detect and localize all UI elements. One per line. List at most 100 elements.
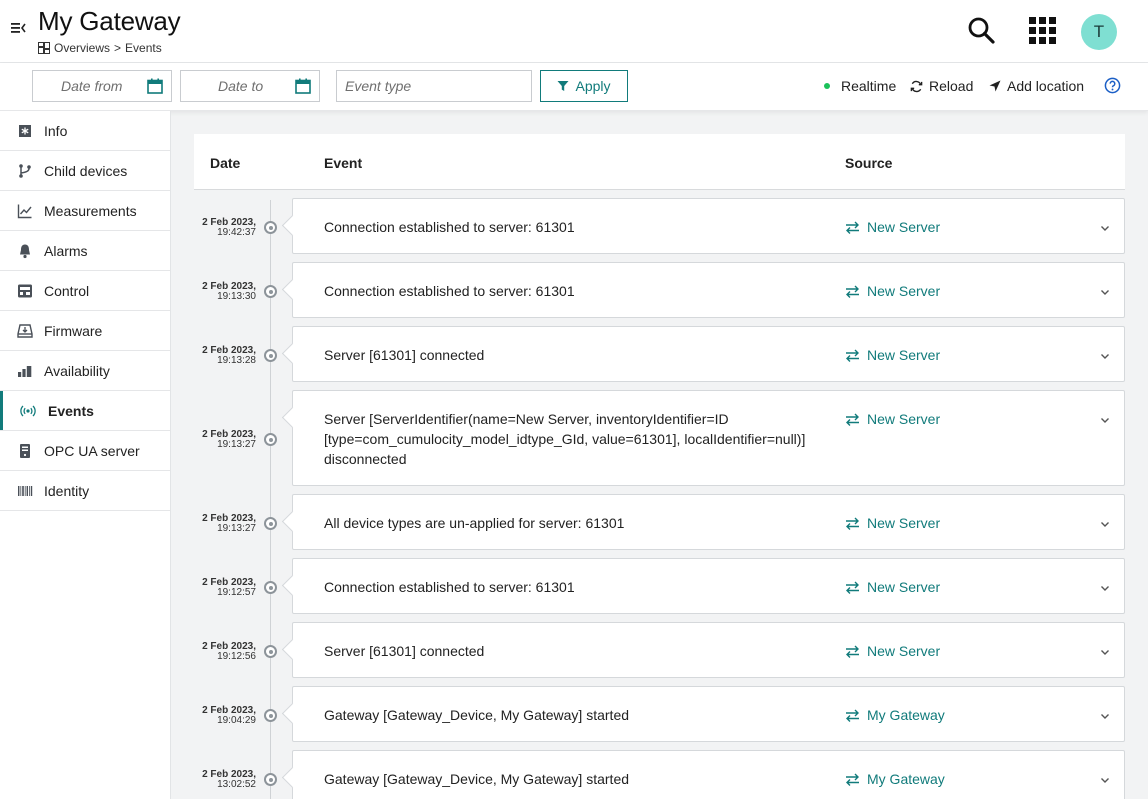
event-type-field[interactable]: [336, 70, 532, 102]
event-source-label: New Server: [867, 411, 941, 427]
event-source-link[interactable]: New Server: [845, 577, 940, 597]
breadcrumb-events: Events: [125, 41, 162, 55]
event-card[interactable]: Gateway [Gateway_Device, My Gateway] sta…: [292, 686, 1125, 742]
sidebar-item-availability[interactable]: Availability: [0, 351, 170, 391]
event-row: 2 Feb 2023, 19:12:57 Connection establishe…: [194, 558, 1125, 614]
chevron-down-icon[interactable]: [1099, 582, 1111, 594]
broadcast-icon: [20, 405, 36, 417]
event-time: 19:04:29: [217, 715, 256, 726]
event-timestamp: 2 Feb 2023, 19:12:56: [202, 642, 256, 662]
timeline-dot-icon: [264, 517, 277, 530]
event-time: 19:12:56: [217, 651, 256, 662]
event-card[interactable]: Gateway [Gateway_Device, My Gateway] sta…: [292, 750, 1125, 799]
sidebar-item-events[interactable]: Events: [0, 391, 170, 431]
event-row: 2 Feb 2023, 19:13:30 Connection establishe…: [194, 262, 1125, 318]
event-source-link[interactable]: My Gateway: [845, 705, 945, 725]
event-source-link[interactable]: My Gateway: [845, 769, 945, 789]
add-location-label: Add location: [1007, 78, 1085, 94]
info-icon: [19, 125, 31, 137]
sidebar-item-firmware[interactable]: Firmware: [0, 311, 170, 351]
refresh-icon: [910, 80, 923, 92]
event-type-input[interactable]: [345, 71, 531, 101]
chevron-down-icon[interactable]: [1099, 518, 1111, 530]
chevron-down-icon[interactable]: [1099, 286, 1111, 298]
timeline-dot-icon: [264, 221, 277, 234]
event-card[interactable]: Server [ServerIdentifier(name=New Server…: [292, 390, 1125, 486]
breadcrumb-overviews[interactable]: Overviews: [54, 41, 110, 55]
event-source-link[interactable]: New Server: [845, 281, 940, 301]
sidebar-item-control[interactable]: Control: [0, 271, 170, 311]
location-arrow-icon: [989, 80, 1001, 92]
add-location-button[interactable]: Add location: [989, 78, 1084, 94]
sidebar-toggle-icon[interactable]: [10, 20, 26, 36]
realtime-status-dot: [824, 83, 830, 89]
reload-button[interactable]: Reload: [910, 78, 973, 94]
firmware-icon: [17, 324, 33, 338]
event-source-link[interactable]: New Server: [845, 217, 940, 237]
event-timestamp: 2 Feb 2023, 13:02:52: [202, 770, 256, 790]
help-icon[interactable]: [1104, 77, 1121, 94]
event-time: 19:12:57: [217, 587, 256, 598]
chevron-down-icon[interactable]: [1099, 710, 1111, 722]
event-row: 2 Feb 2023, 19:13:27 Server [ServerIdentif…: [194, 390, 1125, 486]
column-header-date: Date: [210, 155, 241, 171]
event-text: Gateway [Gateway_Device, My Gateway] sta…: [324, 707, 630, 723]
event-text: Connection established to server: 61301: [324, 219, 575, 235]
sidebar-item-alarms[interactable]: Alarms: [0, 231, 170, 271]
event-source-link[interactable]: New Server: [845, 345, 940, 365]
realtime-toggle[interactable]: Realtime: [824, 78, 896, 94]
sidebar-item-opc-ua-server[interactable]: OPC UA server: [0, 431, 170, 471]
sidebar-item-child-devices[interactable]: Child devices: [0, 151, 170, 191]
app-switcher-grid-icon[interactable]: [1028, 16, 1058, 46]
event-source-link[interactable]: New Server: [845, 409, 940, 429]
exchange-arrows-icon: [846, 285, 859, 298]
event-row: 2 Feb 2023, 19:12:56 Server [61301] connec…: [194, 622, 1125, 678]
exchange-arrows-icon: [846, 517, 859, 530]
breadcrumb-separator: >: [114, 41, 122, 55]
exchange-arrows-icon: [846, 709, 859, 722]
event-row: 2 Feb 2023, 19:42:37 Connection establishe…: [194, 198, 1125, 254]
calendar-icon[interactable]: [147, 78, 163, 94]
chevron-down-icon[interactable]: [1099, 350, 1111, 362]
timeline-dot-icon: [264, 285, 277, 298]
event-row: 2 Feb 2023, 19:13:27 All device types are …: [194, 494, 1125, 550]
event-time: 19:13:27: [217, 439, 256, 450]
chevron-down-icon[interactable]: [1099, 222, 1111, 234]
chevron-down-icon[interactable]: [1099, 414, 1111, 426]
apply-button[interactable]: Apply: [540, 70, 628, 102]
server-icon: [20, 444, 30, 458]
events-list: Date Event Source 2 Feb 2023, 19:42:37 Con…: [194, 134, 1125, 799]
event-timestamp: 2 Feb 2023, 19:13:27: [202, 514, 256, 534]
event-source-link[interactable]: New Server: [845, 513, 940, 533]
calendar-icon[interactable]: [295, 78, 311, 94]
event-card[interactable]: Connection established to server: 61301 N…: [292, 262, 1125, 318]
sidebar-item-measurements[interactable]: Measurements: [0, 191, 170, 231]
chevron-down-icon[interactable]: [1099, 774, 1111, 786]
date-to-field[interactable]: [180, 70, 320, 102]
events-table-header: Date Event Source: [194, 134, 1125, 190]
timeline-dot-icon: [264, 581, 277, 594]
sidebar-item-identity[interactable]: Identity: [0, 471, 170, 511]
chevron-down-icon[interactable]: [1099, 646, 1111, 658]
event-text: Gateway [Gateway_Device, My Gateway] sta…: [324, 771, 630, 787]
breadcrumb: Overviews > Events: [38, 41, 162, 55]
barcode-icon: [18, 486, 33, 496]
timeline-dot-icon: [264, 645, 277, 658]
exchange-arrows-icon: [846, 645, 859, 658]
user-avatar[interactable]: T: [1081, 14, 1117, 50]
event-card[interactable]: Connection established to server: 61301 N…: [292, 558, 1125, 614]
event-source-label: My Gateway: [867, 707, 945, 723]
date-from-field[interactable]: [32, 70, 172, 102]
event-time: 13:02:52: [217, 779, 256, 790]
sidebar-item-info[interactable]: Info: [0, 111, 170, 151]
event-card[interactable]: Server [61301] connected New Server: [292, 622, 1125, 678]
event-card[interactable]: Connection established to server: 61301 N…: [292, 198, 1125, 254]
event-card[interactable]: All device types are un-applied for serv…: [292, 494, 1125, 550]
event-source-label: New Server: [867, 283, 941, 299]
timeline-dot-icon: [264, 433, 277, 446]
event-source-label: New Server: [867, 219, 941, 235]
search-icon[interactable]: [966, 15, 996, 45]
line-chart-icon: [17, 204, 32, 219]
event-card[interactable]: Server [61301] connected New Server: [292, 326, 1125, 382]
event-source-link[interactable]: New Server: [845, 641, 940, 661]
